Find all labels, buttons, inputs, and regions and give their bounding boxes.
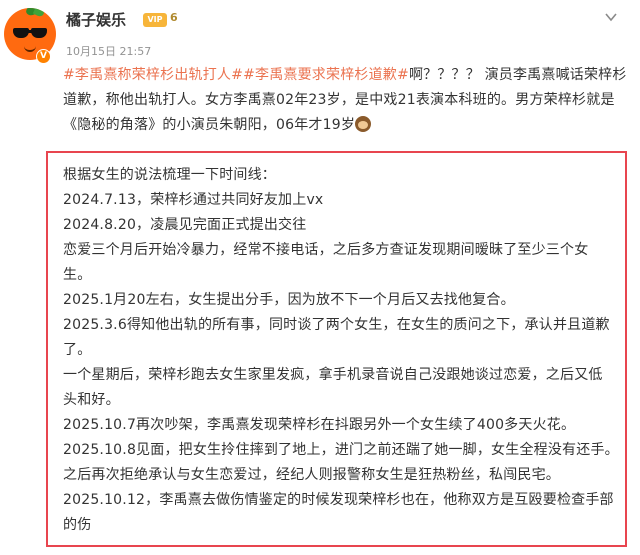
timeline-line: 2025.10.8见面，把女生拎住摔到了地上，进门之前还踹了她一脚，女生全程没有… bbox=[63, 442, 619, 458]
mouth bbox=[24, 45, 36, 52]
verified-badge-icon: V bbox=[36, 49, 51, 64]
timeline-line: 生。 bbox=[63, 267, 92, 283]
post-text-segment: 啊？？？？ 演员李禹熹喊话荣梓杉 bbox=[408, 67, 627, 83]
post-text-segment: 《隐秘的角落》的小演员朱朝阳，06年才19岁 bbox=[63, 117, 356, 133]
post-line-3: 《隐秘的角落》的小演员朱朝阳，06年才19岁 bbox=[63, 113, 633, 138]
timeline-line: 根据女生的说法梳理一下时间线： bbox=[63, 167, 276, 183]
sunglasses-right bbox=[31, 28, 47, 38]
timeline-line: 2024.8.20，凌晨见完面正式提出交往 bbox=[63, 217, 307, 233]
vip-badge-icon[interactable]: VIP bbox=[143, 13, 167, 27]
timeline-line: 的伤 bbox=[63, 517, 92, 533]
timeline-line: 2025.3.6得知他出轨的所有事，同时谈了两个女生，在女生的质问之下，承认并且… bbox=[63, 317, 610, 333]
username[interactable]: 橘子娱乐 bbox=[66, 9, 126, 30]
timeline-line: 头和好。 bbox=[63, 392, 120, 408]
post-timestamp[interactable]: 10月15日 21:57 bbox=[66, 43, 151, 59]
timeline-text: 根据女生的说法梳理一下时间线： 2024.7.13，荣梓杉通过共同好友加上vx 20… bbox=[63, 163, 619, 538]
timeline-line: 之后再次拒绝承认与女生恋爱过，经纪人则报警称女生是狂热粉丝，私闯民宅。 bbox=[63, 467, 560, 483]
leaf-shape bbox=[32, 8, 46, 18]
timeline-line: 2025.10.12，李禹熹去做伤情鉴定的时候发现荣梓杉也在，他称双方是互殴要检… bbox=[63, 492, 614, 508]
vip-level: 6 bbox=[170, 11, 178, 24]
post-line-2: 道歉，称他出轨打人。女方李禹熹02年23岁，是中戏21表演本科班的。男方荣梓杉就… bbox=[63, 92, 615, 108]
timeline-line: 一个星期后，荣梓杉跑去女生家里发疯，拿手机录音说自己没跟她谈过恋爱，之后又低 bbox=[63, 367, 603, 383]
timeline-line: 2024.7.13，荣梓杉通过共同好友加上vx bbox=[63, 192, 324, 208]
timeline-line: 2025.1月20左右，女生提出分手，因为放不下一个月后又去找他复合。 bbox=[63, 292, 515, 308]
monkey-emoji-icon bbox=[355, 116, 372, 132]
hashtag-link[interactable]: #李禹熹称荣梓杉出轨打人# bbox=[63, 67, 243, 83]
chevron-down-icon[interactable] bbox=[604, 10, 618, 24]
timeline-line: 了。 bbox=[63, 342, 92, 358]
timeline-line: 恋爱三个月后开始冷暴力，经常不接电话，之后多方查证发现期间暧昧了至少三个女 bbox=[63, 242, 589, 258]
hashtag-link[interactable]: #李禹熹要求荣梓杉道歉# bbox=[243, 67, 409, 83]
post-text: #李禹熹称荣梓杉出轨打人##李禹熹要求荣梓杉道歉#啊？？？？ 演员李禹熹喊话荣梓… bbox=[63, 63, 633, 138]
sunglasses-left bbox=[13, 28, 29, 38]
timeline-line: 2025.10.7再次吵架，李禹熹发现荣梓杉在抖跟另外一个女生续了400多天火花… bbox=[63, 417, 576, 433]
post-line-1: #李禹熹称荣梓杉出轨打人##李禹熹要求荣梓杉道歉#啊？？？？ 演员李禹熹喊话荣梓… bbox=[63, 63, 633, 88]
